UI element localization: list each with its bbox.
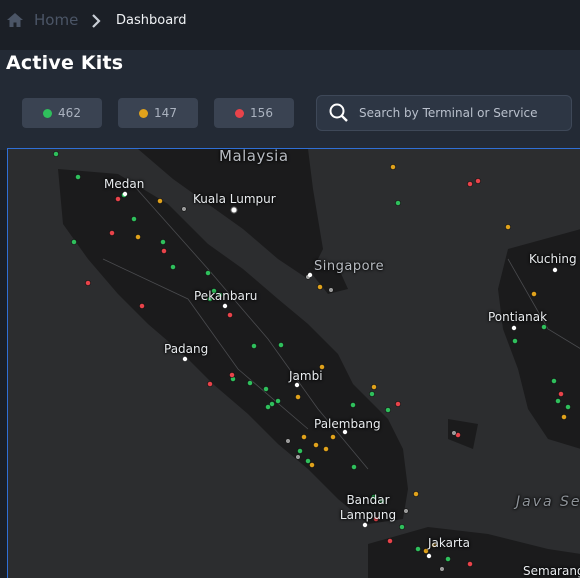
filter-red-count: 156 xyxy=(250,106,273,120)
filter-orange-button[interactable]: 147 xyxy=(118,98,198,128)
map-label-malaysia: Malaysia xyxy=(219,148,289,165)
filter-green-count: 462 xyxy=(58,106,81,120)
map-label-pekanbaru: Pekanbaru xyxy=(194,289,258,303)
map-label-kuching: Kuching xyxy=(529,252,577,266)
breadcrumb-home[interactable]: Home xyxy=(6,11,78,29)
map-label-palembang: Palembang xyxy=(314,417,381,431)
page-title: Active Kits xyxy=(6,52,124,74)
map-label-java-sea: Java Sea xyxy=(516,494,580,510)
map-label-semarang: Semarang xyxy=(523,564,580,578)
search-icon xyxy=(329,103,348,122)
chevron-right-icon xyxy=(92,14,101,28)
map-label-bandar-lampung: Bandar Lampung xyxy=(339,493,397,522)
map-label-jakarta: Jakarta xyxy=(428,536,470,550)
map-label-kuala-lumpur: Kuala Lumpur xyxy=(193,192,276,206)
map-basemap xyxy=(8,149,580,578)
filter-orange-count: 147 xyxy=(154,106,177,120)
red-status-dot-icon xyxy=(235,108,245,118)
breadcrumb-home-label[interactable]: Home xyxy=(34,11,78,29)
map-label-pontianak: Pontianak xyxy=(488,310,548,324)
map-label-padang: Padang xyxy=(164,342,209,356)
top-bar: Home Dashboard xyxy=(0,0,580,44)
map-label-medan: Medan xyxy=(104,177,145,191)
filter-red-button[interactable]: 156 xyxy=(214,98,294,128)
map-label-singapore: Singapore xyxy=(314,259,385,274)
home-icon xyxy=(7,13,23,27)
breadcrumb-current: Dashboard xyxy=(116,13,187,28)
map-label-jambi: Jambi xyxy=(289,369,323,383)
map-view[interactable]: Malaysia Medan Kuala Lumpur Singapore Ku… xyxy=(7,148,580,578)
filter-green-button[interactable]: 462 xyxy=(22,98,102,128)
search-input[interactable] xyxy=(357,105,571,121)
green-status-dot-icon xyxy=(43,108,53,118)
orange-status-dot-icon xyxy=(139,108,149,118)
search-box[interactable] xyxy=(316,95,572,131)
